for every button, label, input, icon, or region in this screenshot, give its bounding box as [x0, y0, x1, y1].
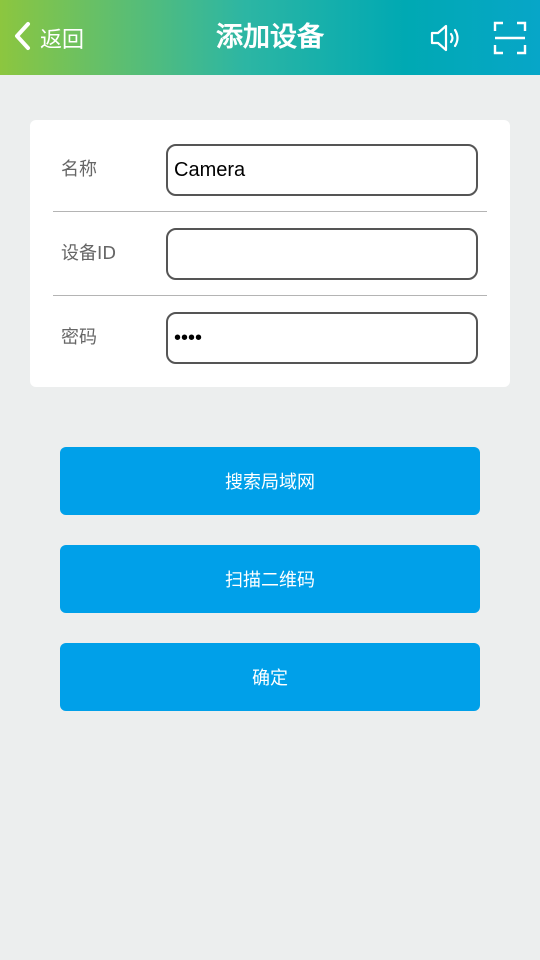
password-input[interactable]: [166, 312, 478, 364]
device-form-card: 名称 设备ID 密码: [30, 120, 510, 387]
scan-qr-button[interactable]: 扫描二维码: [60, 545, 480, 613]
name-row: 名称: [30, 120, 510, 204]
app-header: 返回 添加设备: [0, 0, 540, 75]
device-id-input[interactable]: [166, 228, 478, 280]
password-label: 密码: [61, 327, 97, 348]
name-input[interactable]: [166, 144, 478, 196]
back-chevron-icon: [12, 21, 34, 55]
scan-frame-icon[interactable]: [492, 20, 528, 56]
search-lan-button[interactable]: 搜索局域网: [60, 447, 480, 515]
back-label: 返回: [40, 28, 85, 53]
password-row: 密码: [30, 288, 510, 372]
back-button[interactable]: 返回: [12, 18, 84, 58]
speaker-icon[interactable]: [428, 20, 464, 56]
confirm-button[interactable]: 确定: [60, 643, 480, 711]
device-id-row: 设备ID: [30, 204, 510, 288]
